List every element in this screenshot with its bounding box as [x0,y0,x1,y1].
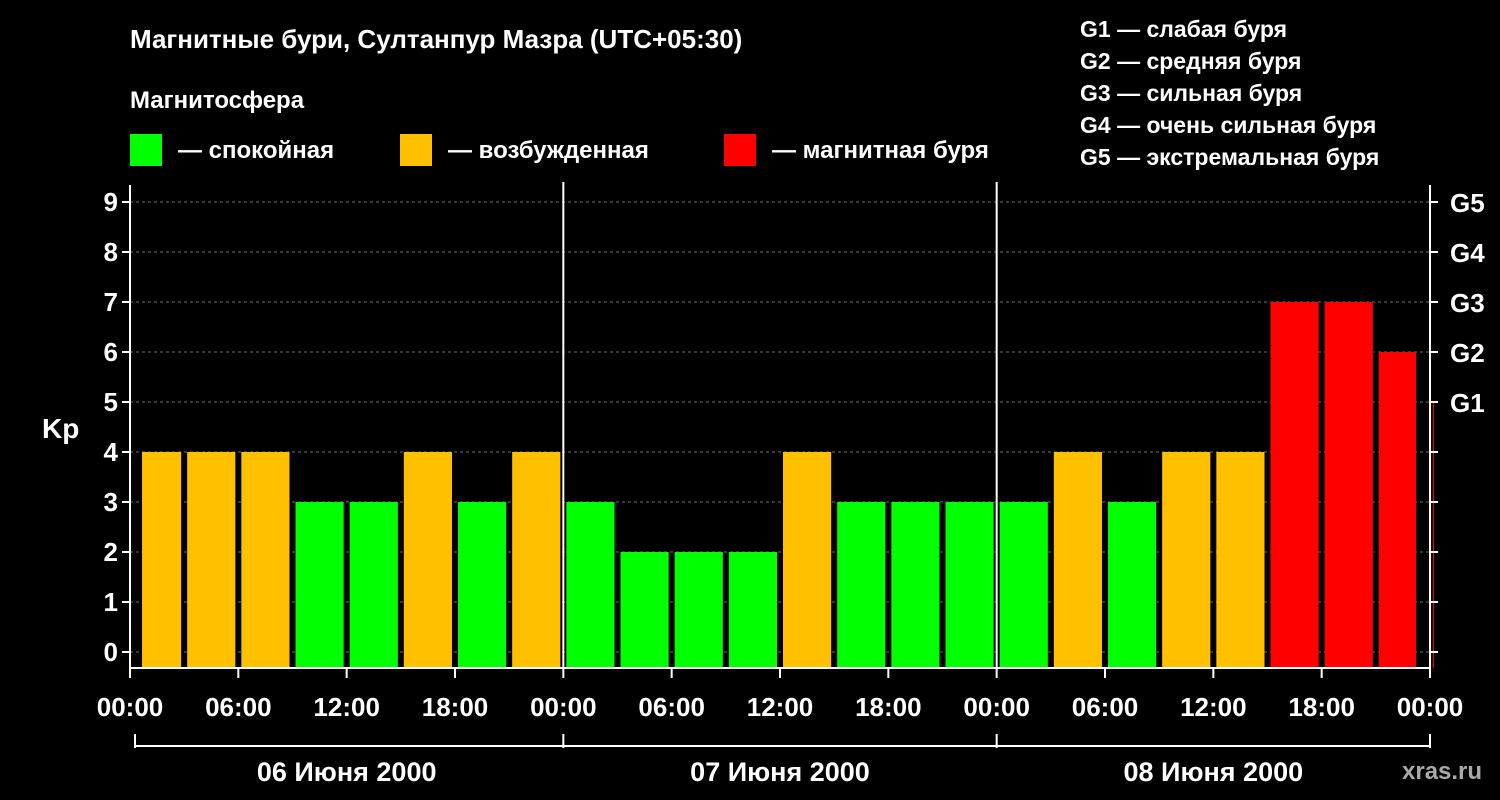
kp-bar-6 [458,502,507,668]
kp-bar-21 [1270,302,1319,668]
y-tick-label-4: 4 [104,437,119,467]
y-axis-label: Kp [42,413,79,444]
x-tick-label-4: 00:00 [530,692,597,722]
kp-bar-18 [1108,502,1157,668]
x-tick-label-9: 06:00 [1072,692,1139,722]
kp-bar-12 [783,452,832,668]
x-tick-label-1: 06:00 [205,692,272,722]
kp-bar-8 [566,502,615,668]
legend-label-quiet: — спокойная [178,137,334,164]
g-scale-g5: G5 — экстремальная буря [1080,144,1379,170]
legend-swatch-quiet [130,134,162,166]
kp-bar-7 [512,452,561,668]
legend-swatch-unsettled [400,134,432,166]
x-tick-label-6: 12:00 [747,692,814,722]
kp-bar-2 [241,452,290,668]
kp-bar-17 [1053,452,1102,668]
kp-bar-20 [1216,452,1265,668]
y-tick-label-3: 3 [104,487,118,517]
y-tick-label-9: 9 [104,187,118,217]
y-tick-label-7: 7 [104,287,118,317]
y-tick-label-6: 6 [104,337,118,367]
x-tick-label-8: 00:00 [963,692,1030,722]
x-tick-label-12: 00:00 [1397,692,1464,722]
g-scale-g3: G3 — сильная буря [1080,80,1302,106]
bars-layer [142,302,1434,668]
kp-bar-5 [403,452,452,668]
chart-title: Магнитные бури, Султанпур Мазра (UTC+05:… [130,24,742,54]
day-label-0: 06 Июня 2000 [257,757,437,787]
y-tick-label-1: 1 [104,587,118,617]
kp-bar-0 [142,452,182,668]
legend-label-unsettled: — возбужденная [448,137,649,164]
legend-swatch-storm [724,134,756,166]
g-scale-g4: G4 — очень сильная буря [1080,112,1376,138]
kp-bar-19 [1162,452,1211,668]
kp-bar-23 [1378,352,1416,668]
legend-heading: Магнитосфера [130,87,305,114]
g-tick-label-g2: G2 [1450,338,1485,368]
kp-bar-9 [620,552,669,668]
kp-bar-11 [728,552,777,668]
kp-bar-16 [999,502,1048,668]
legend-label-storm: — магнитная буря [772,137,989,164]
x-tick-label-10: 12:00 [1180,692,1247,722]
kp-bar-4 [349,502,398,668]
kp-bar-10 [674,552,723,668]
y-tick-label-2: 2 [104,537,118,567]
g-tick-label-g1: G1 [1450,388,1485,418]
g-tick-label-g4: G4 [1450,238,1485,268]
g-tick-label-g5: G5 [1450,188,1485,218]
kp-bar-3 [295,502,344,668]
y-tick-label-0: 0 [104,637,118,667]
x-tick-label-5: 06:00 [638,692,705,722]
g-scale-g1: G1 — слабая буря [1080,16,1287,42]
kp-bar-15 [945,502,994,668]
x-tick-label-0: 00:00 [97,692,164,722]
kp-bar-1 [187,452,236,668]
kp-bar-24 [1433,402,1434,668]
y-tick-label-5: 5 [104,387,118,417]
x-tick-label-3: 18:00 [422,692,489,722]
kp-bar-14 [891,502,940,668]
x-tick-label-11: 18:00 [1288,692,1355,722]
g-tick-label-g3: G3 [1450,288,1485,318]
kp-chart: Магнитные бури, Султанпур Мазра (UTC+05:… [42,16,1485,787]
y-tick-label-8: 8 [104,237,118,267]
day-label-1: 07 Июня 2000 [690,757,870,787]
kp-bar-13 [837,502,886,668]
x-tick-label-2: 12:00 [313,692,380,722]
day-label-2: 08 Июня 2000 [1124,757,1304,787]
kp-bar-22 [1324,302,1373,668]
site-label: xras.ru [1402,758,1482,785]
x-tick-label-7: 18:00 [855,692,922,722]
g-scale-g2: G2 — средняя буря [1080,48,1301,74]
